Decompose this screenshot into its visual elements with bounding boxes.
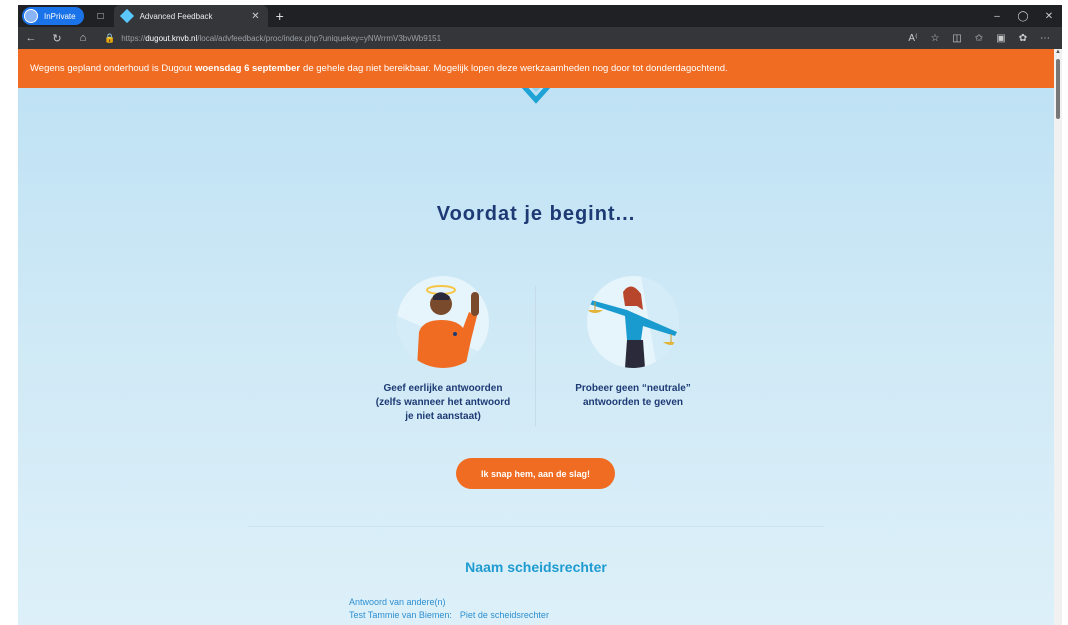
favorites-icon[interactable]: ✩: [968, 33, 990, 44]
refresh-icon[interactable]: ↻: [44, 32, 70, 45]
browser-tab-bar: InPrivate □ Advanced Feedback ✕ + – ◯ ✕: [18, 5, 1062, 27]
copilot-icon[interactable]: ✿: [1012, 33, 1034, 44]
close-tab-icon[interactable]: ✕: [251, 11, 259, 22]
page-content: Voordat je begint... Geef eerlijke antwo…: [18, 88, 1054, 625]
tip-honest-caption: Geef eerlijke antwoorden (zelfs wanneer …: [375, 383, 511, 422]
banner-text-after: de gehele dag niet bereikbaar. Mogelijk …: [303, 63, 728, 74]
tab-advanced-feedback[interactable]: Advanced Feedback ✕: [113, 5, 268, 27]
scales-woman-illustration-icon: [587, 276, 679, 368]
banner-text-before: Wegens gepland onderhoud is Dugout: [30, 63, 192, 74]
section-divider: [248, 526, 824, 527]
page-title: Voordat je begint...: [436, 203, 636, 225]
restore-icon[interactable]: ◯: [1010, 11, 1036, 22]
back-icon[interactable]: ←: [18, 32, 44, 44]
close-window-icon[interactable]: ✕: [1036, 11, 1062, 22]
referee-halo-illustration-icon: [397, 276, 489, 368]
window-controls: – ◯ ✕: [984, 11, 1062, 22]
home-icon[interactable]: ⌂: [70, 32, 96, 44]
answer-value: Piet de scheidsrechter: [459, 610, 549, 620]
tip-not-neutral-caption: Probeer geen “neutrale” antwoorden te ge…: [575, 383, 691, 408]
minimize-icon[interactable]: –: [984, 11, 1010, 22]
page-scrollbar[interactable]: ▲: [1054, 49, 1062, 625]
maintenance-banner: Wegens gepland onderhoud is Dugout woens…: [18, 49, 1054, 88]
url-domain: dugout.knvb.nl: [145, 33, 198, 43]
scrollbar-thumb[interactable]: [1056, 59, 1060, 119]
answers-list: Antwoord van andere(n) Test Tammie van B…: [349, 596, 549, 622]
address-bar: ← ↻ ⌂ 🔒 https://dugout.knvb.nl/local/adv…: [18, 27, 1062, 49]
tip-honest: Geef eerlijke antwoorden (zelfs wanneer …: [358, 276, 528, 424]
lock-icon: 🔒: [104, 32, 116, 43]
split-screen-icon[interactable]: ◫: [946, 33, 968, 44]
profile-avatar: [24, 9, 38, 23]
inprivate-badge[interactable]: InPrivate: [22, 7, 84, 25]
new-tab-icon[interactable]: +: [276, 8, 284, 24]
banner-date: woensdag 6 september: [194, 63, 301, 74]
url-field[interactable]: 🔒 https://dugout.knvb.nl/local/advfeedba…: [104, 33, 902, 44]
favorite-star-icon[interactable]: ☆: [924, 33, 946, 44]
collections-icon[interactable]: ▣: [990, 33, 1012, 44]
tab-actions-icon[interactable]: □: [90, 5, 112, 27]
more-menu-icon[interactable]: ⋯: [1034, 33, 1056, 44]
answer-respondent: Test Tammie van Biemen:: [349, 610, 452, 620]
start-button[interactable]: Ik snap hem, aan de slag!: [456, 458, 615, 489]
tips-section: Geef eerlijke antwoorden (zelfs wanneer …: [358, 276, 718, 426]
section-title: Naam scheidsrechter: [465, 559, 607, 575]
site-favicon-icon: [119, 8, 134, 24]
logo-chevron-icon: [521, 88, 551, 104]
browser-toolbar: A⁽ ☆ ◫ ✩ ▣ ✿ ⋯: [902, 33, 1056, 44]
url-prefix: https://: [121, 33, 146, 43]
read-aloud-icon[interactable]: A⁽: [902, 33, 924, 44]
answers-label: Antwoord van andere(n): [349, 597, 446, 607]
inprivate-label: InPrivate: [44, 11, 76, 21]
url-path: /local/advfeedback/proc/index.php?unique…: [197, 33, 442, 43]
tip-not-neutral: Probeer geen “neutrale” antwoorden te ge…: [548, 276, 718, 410]
tips-divider: [535, 286, 536, 426]
tab-title: Advanced Feedback: [139, 11, 213, 21]
scroll-up-icon[interactable]: ▲: [1055, 49, 1061, 55]
answer-row: Test Tammie van Biemen: Piet de scheidsre…: [349, 609, 549, 622]
